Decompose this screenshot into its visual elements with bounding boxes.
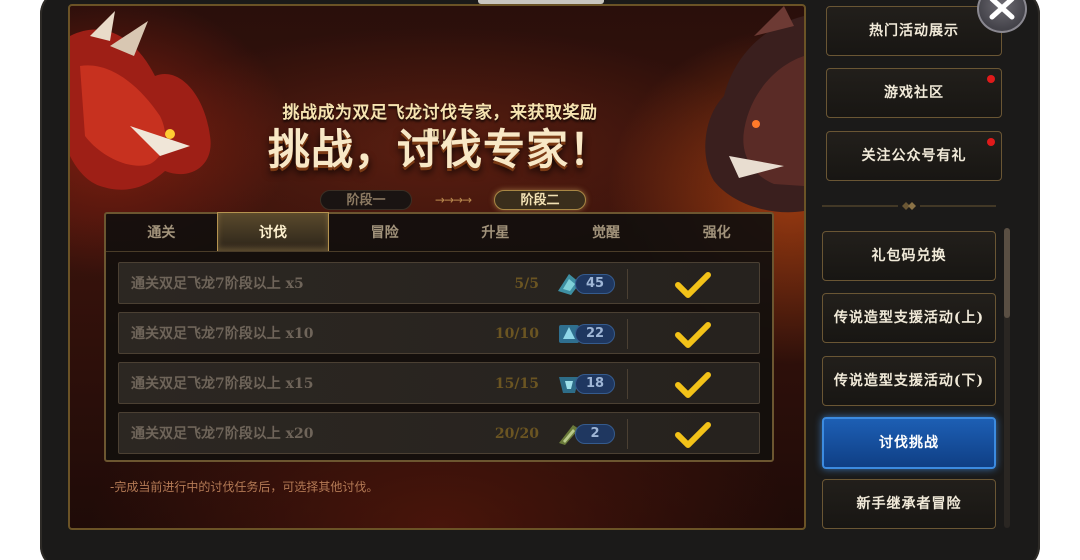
close-icon <box>989 0 1015 20</box>
task-progress: 15/15 <box>494 376 539 392</box>
sidebar-item-label: 热门活动展示 <box>869 23 959 39</box>
stage-arrow-icon: →→→→ <box>434 193 472 207</box>
sidebar-item-subjugation-challenge[interactable]: 讨伐挑战 <box>822 417 996 469</box>
reward-count: 18 <box>575 374 615 394</box>
tab-awaken[interactable]: 觉醒 <box>551 214 662 251</box>
event-title: 挑战，讨伐专家！ <box>267 125 612 174</box>
sidebar-item-label: 礼包码兑换 <box>871 248 947 264</box>
task-row: 通关双足飞龙7阶段以上 x15 15/15 18 <box>118 362 760 404</box>
dark-dragon-art <box>705 6 804 213</box>
check-icon <box>675 322 711 348</box>
check-icon <box>675 372 711 398</box>
stage-two-pill[interactable]: 阶段二 <box>494 190 586 210</box>
notification-dot <box>987 75 995 83</box>
sidebar-item-gift-code[interactable]: 礼包码兑换 <box>822 231 996 281</box>
tab-subjugate[interactable]: 讨伐 <box>216 212 330 251</box>
task-row: 通关双足飞龙7阶段以上 x5 5/5 45 <box>118 262 760 304</box>
red-dragon-art <box>70 11 211 190</box>
sidebar-scrollbar-thumb[interactable] <box>1004 228 1010 318</box>
reward-count: 2 <box>575 424 615 444</box>
tab-enhance[interactable]: 强化 <box>661 214 772 251</box>
reward-count: 45 <box>575 274 615 294</box>
task-label: 通关双足飞龙7阶段以上 x10 <box>131 326 314 342</box>
task-label: 通关双足飞龙7阶段以上 x20 <box>131 426 314 442</box>
task-row: 通关双足飞龙7阶段以上 x20 20/20 2 <box>118 412 760 454</box>
row-divider <box>627 369 628 399</box>
sidebar-item-legend-support-2[interactable]: 传说造型支援活动(下) <box>822 356 996 406</box>
task-row: 通关双足飞龙7阶段以上 x10 10/10 22 <box>118 312 760 354</box>
task-list: 通关双足飞龙7阶段以上 x5 5/5 45 通关双足飞龙7阶段以上 x10 10… <box>118 262 760 462</box>
task-progress: 20/20 <box>494 426 539 442</box>
sidebar-item-legend-support-1[interactable]: 传说造型支援活动(上) <box>822 293 996 343</box>
sidebar-item-label: 新手继承者冒险 <box>856 496 962 512</box>
sidebar-item-label: 讨伐挑战 <box>879 435 939 451</box>
sidebar-item-follow-gift[interactable]: 关注公众号有礼 <box>826 131 1002 181</box>
sidebar-item-label: 传说造型支援活动(上) <box>833 310 985 326</box>
reward-count: 22 <box>575 324 615 344</box>
tab-clear[interactable]: 通关 <box>106 214 217 251</box>
sidebar-item-label: 游戏社区 <box>884 85 944 101</box>
sidebar-item-label: 传说造型支援活动(下) <box>833 373 985 389</box>
sidebar-item-newbie-adventure[interactable]: 新手继承者冒险 <box>822 479 996 529</box>
row-divider <box>627 319 628 349</box>
stage-indicator: 阶段一 →→→→ 阶段二 <box>320 190 586 210</box>
ornament-divider <box>822 202 996 210</box>
row-divider <box>627 419 628 449</box>
tab-star-up[interactable]: 升星 <box>440 214 551 251</box>
sidebar-item-community[interactable]: 游戏社区 <box>826 68 1002 118</box>
sidebar-item-label: 关注公众号有礼 <box>861 148 967 164</box>
task-footnote: -完成当前进行中的讨伐任务后，可选择其他讨伐。 <box>110 480 379 494</box>
sidebar-item-hot-events[interactable]: 热门活动展示 <box>826 6 1002 56</box>
event-panel: 挑战成为双足飞龙讨伐专家，来获取奖励吧！ 挑战，讨伐专家！ 阶段一 →→→→ 阶… <box>68 4 806 530</box>
category-tabs: 通关 讨伐 冒险 升星 觉醒 强化 <box>106 212 772 252</box>
row-divider <box>627 269 628 299</box>
notification-dot <box>987 138 995 146</box>
check-icon <box>675 422 711 448</box>
close-button[interactable] <box>977 0 1027 33</box>
stage-one-pill[interactable]: 阶段一 <box>320 190 412 210</box>
task-label: 通关双足飞龙7阶段以上 x5 <box>131 276 304 292</box>
task-progress: 10/10 <box>494 326 539 342</box>
tab-adventure[interactable]: 冒险 <box>329 214 440 251</box>
task-board: 通关 讨伐 冒险 升星 觉醒 强化 通关双足飞龙7阶段以上 x5 5/5 45 … <box>104 212 774 462</box>
task-progress: 5/5 <box>514 276 539 292</box>
task-label: 通关双足飞龙7阶段以上 x15 <box>131 376 314 392</box>
check-icon <box>675 272 711 298</box>
